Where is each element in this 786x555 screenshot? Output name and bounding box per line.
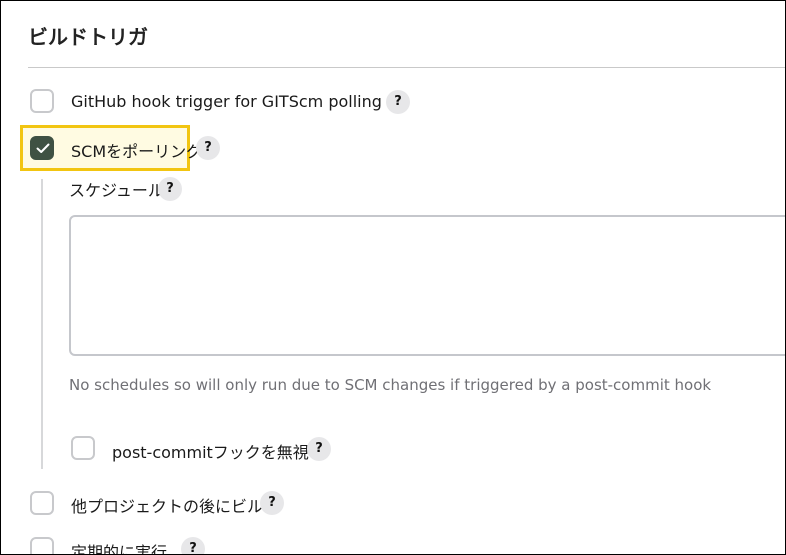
periodic-label[interactable]: 定期的に実行 [71, 539, 167, 554]
schedule-help-icon[interactable]: ? [158, 177, 182, 201]
schedule-label: スケジュール [69, 181, 164, 200]
github-hook-help-icon[interactable]: ? [386, 90, 410, 114]
github-hook-label[interactable]: GitHub hook trigger for GITScm polling [71, 92, 382, 111]
scm-polling-help-icon[interactable]: ? [196, 136, 220, 160]
after-other-projects-label[interactable]: 他プロジェクトの後にビルド [71, 493, 279, 517]
after-other-projects-checkbox[interactable] [30, 491, 54, 515]
after-other-projects-help-icon[interactable]: ? [260, 491, 284, 515]
schedule-textarea[interactable] [69, 215, 785, 356]
checkmark-icon [36, 143, 50, 153]
periodic-help-icon[interactable]: ? [181, 537, 205, 554]
schedule-hint: No schedules so will only run due to SCM… [69, 376, 712, 394]
ignore-post-commit-checkbox[interactable] [71, 436, 95, 460]
ignore-post-commit-help-icon[interactable]: ? [307, 437, 331, 461]
periodic-checkbox[interactable] [30, 537, 54, 554]
build-triggers-panel: ビルドトリガ GitHub hook trigger for GITScm po… [0, 0, 786, 555]
github-hook-checkbox[interactable] [30, 89, 54, 113]
scm-polling-label[interactable]: SCMをポーリング [71, 138, 202, 162]
section-divider [28, 67, 785, 68]
scm-polling-checkbox[interactable] [30, 136, 54, 160]
nested-options-rail [41, 179, 43, 469]
ignore-post-commit-label[interactable]: post-commitフックを無視 [112, 439, 309, 463]
section-title: ビルドトリガ [28, 25, 148, 49]
